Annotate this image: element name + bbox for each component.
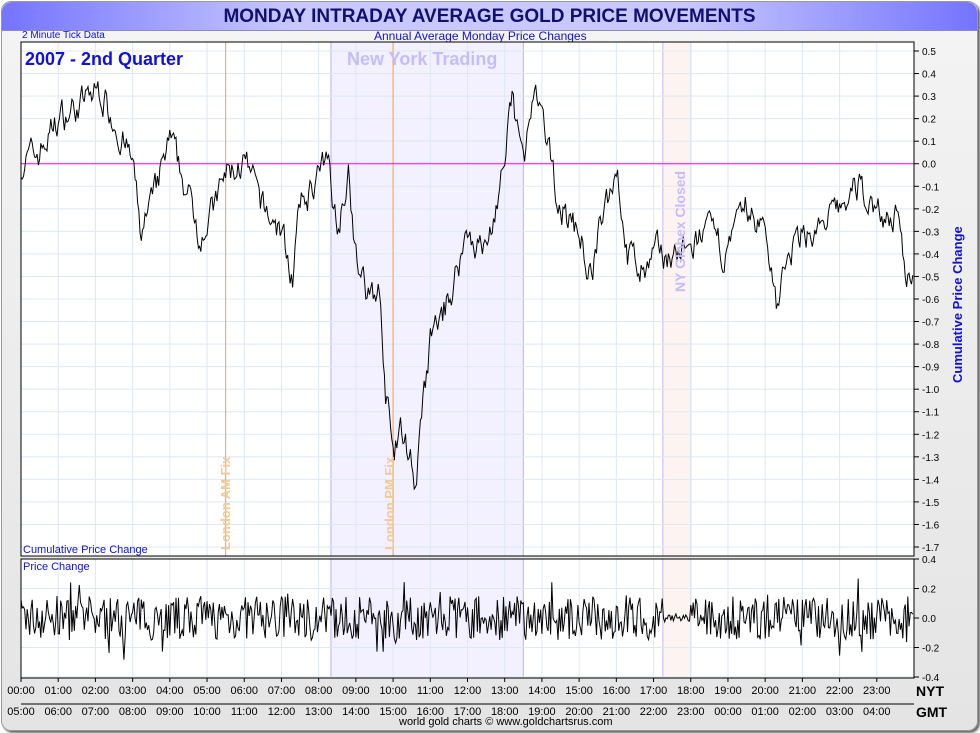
y-tick-label: 0.4: [922, 555, 936, 566]
y-axis-title: Cumulative Price Change: [950, 226, 965, 383]
period-label: 2007 - 2nd Quarter: [25, 49, 184, 69]
gmt-tick-label: 09:00: [156, 706, 184, 718]
y-tick-label: -0.5: [922, 272, 940, 283]
nyt-tick-label: 01:00: [44, 685, 72, 697]
nyt-tick-label: 21:00: [789, 685, 817, 697]
y-tick-label: -0.2: [922, 644, 940, 655]
gmt-tick-label: 10:00: [193, 706, 221, 718]
y-tick-label: 0.0: [922, 614, 936, 625]
gmt-tick-label: 12:00: [268, 706, 296, 718]
gmt-tick-label: 23:00: [677, 706, 705, 718]
y-tick-label: -0.6: [922, 295, 940, 306]
y-tick-label: 0.1: [922, 137, 936, 148]
gmt-tick-label: 07:00: [82, 706, 110, 718]
nyt-tick-label: 22:00: [826, 685, 854, 697]
nyt-tick-label: 00:00: [7, 685, 35, 697]
y-tick-label: -1.0: [922, 385, 940, 396]
nyt-tick-label: 06:00: [230, 685, 258, 697]
nyt-tick-label: 07:00: [268, 685, 296, 697]
y-tick-label: 0.5: [922, 47, 936, 58]
y-tick-label: -0.9: [922, 363, 940, 374]
london-am-fix-label: London AM Fix: [218, 456, 233, 550]
y-tick-label: 0.0: [922, 160, 936, 171]
nyt-tick-label: 13:00: [491, 685, 519, 697]
y-tick-label: 0.4: [922, 70, 936, 81]
nyt-tick-label: 09:00: [342, 685, 370, 697]
nyt-tick-label: 17:00: [640, 685, 668, 697]
ny-trading-label: New York Trading: [347, 49, 498, 69]
gold-price-chart: 0.5 0.4 0.3 0.2 0.1 0.0 -0.1 -0.2 -0.3 -0.4 -0.5 -0…: [7, 41, 940, 718]
footer-credit: world gold charts © www.goldchartsrus.co…: [399, 716, 613, 728]
globex-closed-label: NY Globex Closed: [672, 170, 688, 292]
y-tick-label: -1.6: [922, 520, 940, 531]
y-tick-label: -0.2: [922, 205, 940, 216]
gmt-tick-label: 00:00: [714, 706, 742, 718]
y-tick-label: -1.4: [922, 475, 940, 486]
price-change-panel-label: Price Change: [23, 561, 90, 573]
y-tick-label: -0.4: [922, 250, 940, 261]
nyt-tick-label: 08:00: [305, 685, 333, 697]
gmt-tick-label: 22:00: [640, 706, 668, 718]
cumulative-panel-label: Cumulative Price Change: [23, 544, 148, 556]
gmt-tick-label: 05:00: [7, 706, 35, 718]
y-tick-label: -0.7: [922, 318, 940, 329]
gmt-tick-label: 06:00: [44, 706, 72, 718]
nyt-tick-label: 23:00: [863, 685, 891, 697]
london-pm-fix-label: London PM Fix: [382, 456, 397, 550]
y-tick-label: -0.1: [922, 182, 940, 193]
time-axis: 00:00 05:00 01:00 06:00 02:00 07:00 03:00 08:00…: [7, 678, 914, 718]
nyt-tick-label: 14:00: [528, 685, 556, 697]
y-tick-label: -1.2: [922, 430, 940, 441]
nyt-tick-label: 10:00: [379, 685, 407, 697]
y-tick-label: 0.2: [922, 115, 936, 126]
gmt-label: GMT: [916, 704, 948, 720]
nyt-tick-label: 18:00: [677, 685, 705, 697]
y-tick-label: 0.2: [922, 585, 936, 596]
gmt-tick-label: 03:00: [826, 706, 854, 718]
nyt-label: NYT: [916, 683, 944, 699]
gmt-tick-label: 04:00: [863, 706, 891, 718]
nyt-tick-label: 05:00: [193, 685, 221, 697]
y-tick-label: -1.1: [922, 408, 940, 419]
nyt-tick-label: 12:00: [454, 685, 482, 697]
y-tick-label: -1.7: [922, 543, 940, 554]
nyt-tick-label: 15:00: [565, 685, 593, 697]
nyt-tick-label: 03:00: [119, 685, 147, 697]
y-tick-label: -1.3: [922, 453, 940, 464]
gmt-tick-label: 14:00: [342, 706, 370, 718]
nyt-tick-label: 16:00: [603, 685, 631, 697]
nyt-tick-label: 11:00: [417, 685, 444, 697]
nyt-tick-label: 19:00: [714, 685, 742, 697]
y-tick-label: 0.3: [922, 92, 936, 103]
y-tick-label: -1.5: [922, 498, 940, 509]
gmt-tick-label: 02:00: [789, 706, 817, 718]
y-tick-label: -0.8: [922, 340, 940, 351]
gmt-tick-label: 08:00: [119, 706, 147, 718]
y-tick-label: -0.3: [922, 227, 940, 238]
nyt-tick-label: 20:00: [751, 685, 779, 697]
price-change-panel: 0.40.20.0-0.2-0.4: [20, 555, 940, 684]
nyt-tick-label: 02:00: [82, 685, 110, 697]
gmt-tick-label: 13:00: [305, 706, 333, 718]
nyt-tick-label: 04:00: [156, 685, 184, 697]
gmt-tick-label: 01:00: [751, 706, 779, 718]
gmt-tick-label: 11:00: [231, 706, 258, 718]
